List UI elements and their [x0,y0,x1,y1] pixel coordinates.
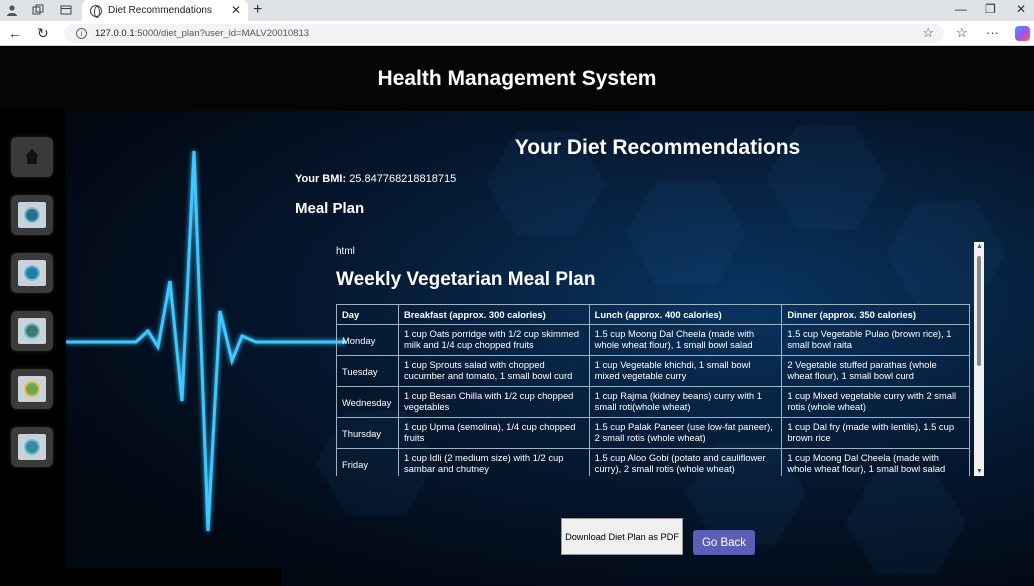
bottom-strip [0,568,281,586]
dinner-cell: 2 Vegetable stuffed parathas (whole whea… [781,355,970,387]
table-row: Thursday 1 cup Upma (semolina), 1/4 cup … [336,417,970,449]
sidebar-health-button[interactable] [11,311,53,351]
download-pdf-button[interactable]: Download Diet Plan as PDF [561,518,683,555]
profile-icon[interactable] [3,2,21,18]
frame-html-text: html [336,246,355,257]
lunch-cell: 1 cup Rajma (kidney beans) curry with 1 … [588,386,783,418]
sidebar-nutrition-button[interactable] [11,369,53,409]
health-icon [24,323,40,339]
dinner-cell: 1 cup Mixed vegetable curry with 2 small… [781,386,970,418]
bmi-label: Your BMI: [295,173,347,185]
favorites-icon[interactable]: ☆ [956,25,968,41]
back-arrow-icon[interactable]: ← [8,25,22,41]
planner-icon [24,439,40,455]
dinner-cell: 1 cup Moong Dal Cheela (made with whole … [781,448,970,476]
breakfast-cell: 1 cup Upma (semolina), 1/4 cup chopped f… [397,417,590,449]
restore-icon[interactable]: ❐ [985,2,996,16]
meal-plan-heading: Meal Plan [295,200,365,217]
refresh-icon[interactable]: ↻ [37,25,49,42]
column-header: Day [336,304,399,325]
url-host: 127.0.0.1 [95,28,135,39]
sidebar-home-button[interactable] [11,137,53,177]
day-cell: Friday [336,448,399,476]
more-menu-icon[interactable]: ··· [986,25,999,40]
page-heading: Your Diet Recommendations [514,136,801,159]
home-icon [24,149,40,165]
day-cell: Monday [336,324,399,356]
close-window-icon[interactable]: ✕ [1016,2,1026,16]
table-row: Tuesday 1 cup Sprouts salad with chopped… [336,355,970,387]
favorite-star-icon[interactable]: ☆ [922,25,934,41]
column-header: Dinner (approx. 350 calories) [781,304,970,325]
lunch-cell: 1.5 cup Aloo Gobi (potato and cauliflowe… [588,448,783,476]
nutrition-icon [24,381,40,397]
url-field[interactable]: i 127.0.0.1:5000/diet_plan?user_id=MALV2… [64,24,944,43]
breakfast-cell: 1 cup Idli (2 medium size) with 1/2 cup … [397,448,590,476]
dinner-cell: 1 cup Dal fry (made with lentils), 1.5 c… [781,417,970,449]
clinic-icon [24,207,40,223]
meal-plan-title: Weekly Vegetarian Meal Plan [336,269,596,290]
globe-icon [90,4,102,18]
minimize-icon[interactable]: — [955,2,967,16]
day-cell: Wednesday [336,386,399,418]
active-tab[interactable]: Diet Recommendations ✕ [82,0,248,21]
bmi-value: 25.847768218818715 [349,173,457,185]
breakfast-cell: 1 cup Oats porridge with 1/2 cup skimmed… [397,324,590,356]
table-row: Monday 1 cup Oats porridge with 1/2 cup … [336,324,970,356]
lunch-cell: 1.5 cup Palak Paneer (use low-fat paneer… [588,417,783,449]
page: Health Management System Your Diet Recom… [0,47,1034,586]
scroll-thumb[interactable] [977,256,981,366]
tab-actions-icon[interactable] [57,2,75,18]
table-row: Wednesday 1 cup Besan Chilla with 1/2 cu… [336,386,970,418]
copilot-icon[interactable] [1015,26,1030,41]
medical-icon [24,265,40,281]
breakfast-cell: 1 cup Sprouts salad with chopped cucumbe… [397,355,590,387]
scroll-down-arrow-icon[interactable]: ▼ [976,468,983,475]
workspaces-icon[interactable] [29,2,47,18]
new-tab-icon[interactable]: + [253,1,262,19]
dinner-cell: 1.5 cup Vegetable Pulao (brown rice), 1 … [781,324,970,356]
sidebar-medical-button[interactable] [11,253,53,293]
sidebar-planner-button[interactable] [11,427,53,467]
sidebar-clinic-button[interactable] [11,195,53,235]
url-path: :5000/diet_plan?user_id=MALV20010813 [134,28,310,39]
column-header: Breakfast (approx. 300 calories) [397,304,590,325]
meal-plan-table: Day Breakfast (approx. 300 calories) Lun… [336,304,970,476]
lunch-cell: 1 cup Vegetable khichdi, 1 small bowl mi… [588,355,783,387]
hexagon-decoration [846,471,966,575]
lunch-cell: 1.5 cup Moong Dal Cheela (made with whol… [588,324,783,356]
go-back-button[interactable]: Go Back [693,530,755,555]
site-header: Health Management System [0,47,1034,111]
column-header: Lunch (approx. 400 calories) [588,304,783,325]
site-info-icon[interactable]: i [76,28,87,39]
sidebar [0,111,66,586]
frame-scrollbar[interactable]: ▲ ▼ [974,242,984,476]
breakfast-cell: 1 cup Besan Chilla with 1/2 cup chopped … [397,386,590,418]
close-tab-icon[interactable]: ✕ [231,3,241,17]
day-cell: Tuesday [336,355,399,387]
day-cell: Thursday [336,417,399,449]
site-title: Health Management System [377,67,657,90]
table-header-row: Day Breakfast (approx. 300 calories) Lun… [336,304,970,325]
tab-title: Diet Recommendations [108,5,212,16]
scroll-up-arrow-icon[interactable]: ▲ [976,243,983,250]
bmi-line: Your BMI: 25.847768218818715 [295,173,456,185]
browser-tab-bar: Diet Recommendations ✕ + — ❐ ✕ [0,0,1034,21]
table-row: Friday 1 cup Idli (2 medium size) with 1… [336,448,970,476]
address-bar: ← ↻ i 127.0.0.1:5000/diet_plan?user_id=M… [0,21,1034,46]
meal-plan-frame[interactable]: html Weekly Vegetarian Meal Plan Day Bre… [336,242,976,476]
